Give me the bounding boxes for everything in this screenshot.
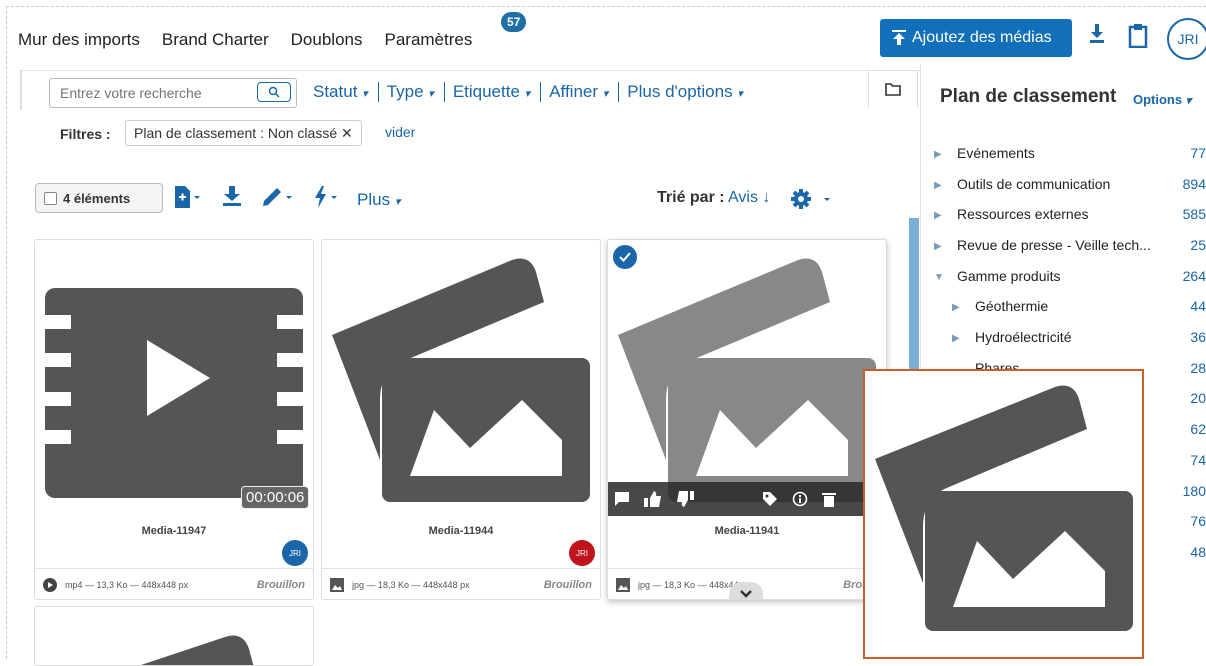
notification-badge: 57: [501, 12, 527, 32]
panel-title: Plan de classement: [940, 86, 1117, 107]
image-thumbnail-icon: [332, 258, 590, 502]
clear-filters-link[interactable]: vider: [385, 124, 415, 140]
tree-item-outils[interactable]: ▶ Outils de communication 894: [930, 176, 1206, 198]
filter-chip-label: Plan de classement : Non classé: [134, 125, 338, 141]
media-card-selected[interactable]: Media-11941 jpg — 18,3 Ko — 448x44 Broui…: [607, 239, 887, 600]
image-thumbnail-icon: [618, 258, 876, 502]
folder-icon: [885, 83, 901, 96]
remove-filter-icon[interactable]: ✕: [341, 125, 353, 141]
top-nav: Mur des imports Brand Charter Doublons P…: [18, 20, 494, 60]
media-name: Media-11944: [428, 525, 494, 537]
nav-mur-des-imports[interactable]: Mur des imports: [18, 30, 140, 50]
nav-brand-charter[interactable]: Brand Charter: [162, 30, 269, 50]
card-action-bar: [608, 482, 886, 516]
owner-avatar: JRI: [569, 540, 595, 566]
selected-check-icon[interactable]: [613, 245, 637, 269]
more-actions-dropdown[interactable]: Plus ▾: [357, 190, 400, 210]
video-thumbnail-icon: [45, 288, 303, 498]
add-media-label: Ajoutez des médias: [912, 29, 1052, 46]
image-thumbnail-icon: [875, 385, 1133, 631]
sort-label: Trié par :: [657, 189, 725, 206]
thumbs-down-icon[interactable]: [676, 491, 694, 507]
media-meta: mp4 — 13,3 Ko — 448x448 px Brouillon: [35, 568, 313, 599]
edit-icon[interactable]: [261, 186, 295, 214]
image-file-icon: [330, 577, 344, 592]
filter-affiner[interactable]: Affiner ▾: [549, 82, 620, 102]
drag-preview: [863, 369, 1144, 659]
select-all-button[interactable]: 4 éléments: [35, 183, 163, 213]
new-file-icon[interactable]: [175, 186, 203, 216]
media-name: Media-11941: [714, 525, 780, 537]
media-card[interactable]: 00:00:06 Media-11947 JRI mp4 — 13,3 Ko —…: [34, 239, 314, 600]
media-name: Media-11947: [141, 525, 207, 537]
media-status: Brouillon: [256, 578, 305, 591]
image-thumbnail-icon: [141, 635, 254, 665]
add-media-button[interactable]: Ajoutez des médias: [880, 19, 1072, 57]
nav-doublons[interactable]: Doublons: [291, 30, 363, 50]
search-icon: [268, 86, 280, 98]
expand-chevron-icon[interactable]: [729, 582, 763, 599]
filter-plus-options[interactable]: Plus d'options ▾: [627, 82, 753, 102]
bolt-icon[interactable]: [313, 186, 343, 214]
upload-icon: [892, 30, 906, 45]
filter-menu: Statut ▾ Type ▾ Etiquette ▾ Affiner ▾ Pl…: [313, 82, 761, 102]
select-all-checkbox[interactable]: [44, 191, 57, 205]
info-icon[interactable]: [792, 491, 808, 507]
owner-avatar: JRI: [282, 540, 308, 566]
filter-statut[interactable]: Statut ▾: [313, 82, 379, 102]
image-file-icon: [616, 577, 630, 592]
comment-icon[interactable]: [614, 491, 630, 507]
media-status: Brouillon: [543, 578, 592, 591]
filter-chip[interactable]: Plan de classement : Non classé ✕: [125, 120, 362, 146]
media-card[interactable]: Media-11944 JRI jpg — 18,3 Ko — 448x448 …: [321, 239, 601, 600]
nav-parametres[interactable]: Paramètres: [384, 30, 472, 50]
tree-item-revue-presse[interactable]: ▶ Revue de presse - Veille tech... 25: [930, 237, 1206, 259]
user-avatar[interactable]: JRI: [1167, 18, 1206, 60]
panel-edge: [20, 70, 22, 110]
tree-item-geothermie[interactable]: ▶ Géothermie 44: [930, 298, 1206, 320]
search-button[interactable]: [257, 82, 291, 102]
tag-icon[interactable]: [762, 491, 778, 507]
selection-count: 4 éléments: [63, 190, 131, 206]
folder-toggle-button[interactable]: [868, 70, 918, 108]
clipboard-icon[interactable]: [1128, 24, 1148, 53]
tree-item-hydroelectricite[interactable]: ▶ Hydroélectricité 36: [930, 329, 1206, 351]
panel-options-dropdown[interactable]: Options ▾: [1133, 92, 1191, 107]
sort-dropdown[interactable]: Avis ↓: [728, 189, 770, 207]
tree-item-gamme-produits[interactable]: ▼ Gamme produits 264: [930, 268, 1206, 290]
thumbs-up-icon[interactable]: [644, 491, 662, 507]
play-circle-icon: [43, 577, 57, 592]
settings-gear-icon[interactable]: [790, 188, 836, 216]
download-selection-icon[interactable]: [222, 186, 242, 214]
media-card[interactable]: [34, 606, 314, 666]
tree-item-evenements[interactable]: ▶ Evénements 77: [930, 145, 1206, 167]
filter-type[interactable]: Type ▾: [387, 82, 445, 102]
download-icon[interactable]: [1089, 24, 1105, 49]
tree-item-ressources[interactable]: ▶ Ressources externes 585: [930, 206, 1206, 228]
video-duration: 00:00:06: [241, 486, 310, 509]
filter-etiquette[interactable]: Etiquette ▾: [453, 82, 542, 102]
media-meta: jpg — 18,3 Ko — 448x448 px Brouillon: [322, 568, 600, 599]
trash-icon[interactable]: [822, 491, 836, 507]
filters-label: Filtres :: [60, 126, 111, 142]
